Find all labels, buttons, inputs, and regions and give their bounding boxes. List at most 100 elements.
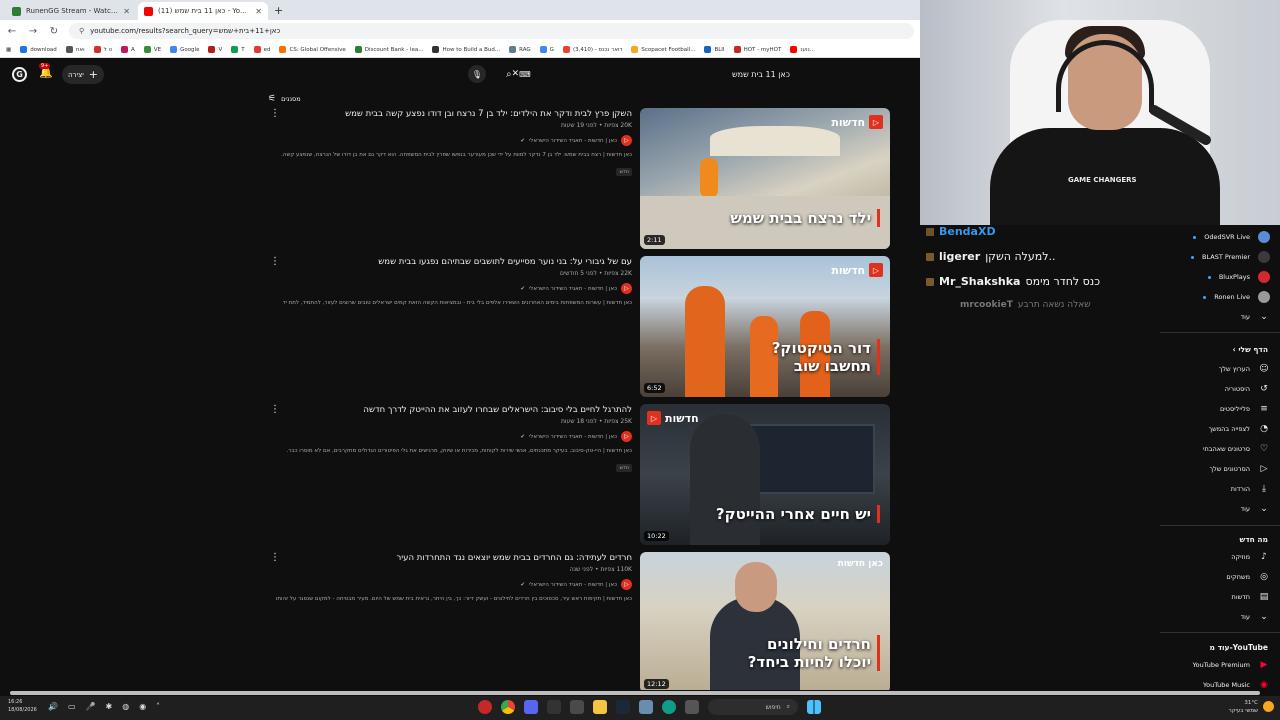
bookmark-item[interactable]: ואח <box>65 46 85 53</box>
bookmark-item[interactable]: Discount Bank - lea... <box>354 46 423 53</box>
site-info-icon[interactable]: ⚲ <box>79 27 84 35</box>
weather-widget[interactable]: 31°C שמשי בעיקר <box>1229 699 1258 715</box>
browser-tab-1[interactable]: RunenGG Stream - Watch Live ✕ <box>6 2 136 20</box>
avatar[interactable]: G <box>12 67 27 82</box>
voice-search-mic-icon[interactable]: 🎙 <box>468 65 486 83</box>
bookmark-item[interactable]: Google <box>170 46 199 53</box>
video-thumbnail[interactable]: ▷ חדשות יש חיים אחרי ההייטק? 10:22 <box>640 404 890 545</box>
app-icon[interactable] <box>478 700 492 714</box>
bookmark-item[interactable]: BLII <box>704 46 725 53</box>
subscription-item[interactable]: BLAST Premier <box>1160 248 1270 266</box>
mic-tray-icon[interactable]: 🎤 <box>86 702 96 711</box>
bookmark-item[interactable]: ט ל <box>93 46 112 53</box>
channel-row[interactable]: ▷ כאן | חדשות - תאגיד השידור הישראלי ✔ <box>270 135 632 146</box>
sidebar-item-liked[interactable]: סרטונים שאהבתי ♡ <box>1160 440 1270 458</box>
clock[interactable]: 16:26 18/08/2026 <box>8 698 37 714</box>
bookmark-item[interactable]: V <box>208 46 222 53</box>
channel-row[interactable]: ▷ כאן | חדשות - תאגיד השידור הישראלי ✔ <box>270 431 632 442</box>
channel-row[interactable]: ▷ כאן | חדשות - תאגיד השידור הישראלי ✔ <box>270 579 632 590</box>
bookmark-item[interactable]: (3,410) - דואר נכנס <box>562 46 622 53</box>
search-box[interactable]: ⌕ ✕ ⌨ כאן 11 בית שמש <box>498 64 798 84</box>
scrollbar-thumb[interactable] <box>10 691 1260 695</box>
bookmark-item[interactable]: נוענ... <box>790 46 815 53</box>
steam-tray-icon[interactable]: ◍ <box>122 702 129 711</box>
sidebar-item-history[interactable]: היסטוריה ↺ <box>1160 380 1270 398</box>
subscription-item[interactable]: BluxPlays <box>1160 268 1270 286</box>
filters-button[interactable]: ⚟ מסננים <box>268 94 301 104</box>
channel-row[interactable]: ▷ כאן | חדשות - תאגיד השידור הישראלי ✔ <box>270 283 632 294</box>
chevron-up-icon[interactable]: ˄ <box>156 702 160 711</box>
sidebar-item-playlists[interactable]: פלייליסטים ≡ <box>1160 400 1270 418</box>
show-more-button[interactable]: עוד ⌄ <box>1160 608 1270 626</box>
video-thumbnail[interactable]: חדשות ▷ דור הטיקטוק? תחשבו שוב 6:52 <box>640 256 890 397</box>
sidebar-item-downloads[interactable]: הורדות ⤓ <box>1160 480 1270 498</box>
sidebar-item-news[interactable]: חדשות ▤ <box>1160 588 1270 606</box>
apps-icon[interactable]: ▦ <box>6 47 11 53</box>
app-icon[interactable] <box>570 700 584 714</box>
windows-start-icon[interactable] <box>807 700 821 714</box>
bookmark-item[interactable]: How to Build a Bud... <box>432 46 500 53</box>
clear-search-icon[interactable]: ✕ <box>512 69 520 79</box>
more-options-icon[interactable]: ⋮ <box>270 404 280 415</box>
app-icon[interactable] <box>685 700 699 714</box>
bluetooth-icon[interactable]: ✱ <box>106 702 113 711</box>
chrome-icon[interactable] <box>501 700 515 714</box>
reload-icon[interactable]: ↻ <box>48 26 60 37</box>
forward-icon[interactable]: → <box>27 26 39 37</box>
steam-icon[interactable] <box>616 700 630 714</box>
file-explorer-icon[interactable] <box>593 700 607 714</box>
network-icon[interactable]: ▭ <box>68 702 76 711</box>
volume-icon[interactable]: 🔊 <box>48 702 58 711</box>
bookmark-item[interactable]: T <box>231 46 245 53</box>
discord-icon[interactable] <box>524 700 538 714</box>
notifications-bell-icon[interactable]: 🔔 9+ <box>39 63 53 79</box>
tab-close-icon[interactable]: ✕ <box>255 7 262 16</box>
bookmark-item[interactable]: CS: Global Offensive <box>279 46 346 53</box>
video-thumbnail[interactable]: כאן חדשות חרדים וחילונים יוכלו לחיות ביח… <box>640 552 890 690</box>
create-button[interactable]: יצירה + <box>62 65 104 84</box>
bookmark-item[interactable]: G <box>539 46 554 53</box>
video-result[interactable]: חדשות ▷ דור הטיקטוק? תחשבו שוב 6:52 עם של… <box>270 256 890 398</box>
bookmark-item[interactable]: VE <box>143 46 161 53</box>
video-title[interactable]: להתרגל לחיים בלי סיבוב: הישראלים שבחרו ל… <box>270 404 632 416</box>
headset-app-icon[interactable] <box>547 700 561 714</box>
more-options-icon[interactable]: ⋮ <box>270 552 280 563</box>
obs-tray-icon[interactable]: ◉ <box>139 702 146 711</box>
video-title[interactable]: חרדים לעתידה: גם החרדים בבית שמש יוצאים … <box>270 552 632 564</box>
bookmark-item[interactable]: HOT - myHOT <box>733 46 781 53</box>
you-section-header[interactable]: ‹ הדף שלי <box>1233 345 1268 354</box>
bookmark-item[interactable]: Scopacet Football... <box>631 46 695 53</box>
show-more-button[interactable]: עוד ⌄ <box>1160 500 1270 518</box>
video-title[interactable]: עם של גיבורי על: בני נוער מסייעים לתושבי… <box>270 256 632 268</box>
sidebar-item-youtube-premium[interactable]: YouTube Premium ▶ <box>1160 656 1270 674</box>
sidebar-item-your-videos[interactable]: הסרטונים שלך ▷ <box>1160 460 1270 478</box>
show-more-button[interactable]: עוד ⌄ <box>1160 308 1270 326</box>
app-icon[interactable] <box>639 700 653 714</box>
sidebar-item-gaming[interactable]: משחקים ◎ <box>1160 568 1270 586</box>
video-title[interactable]: השקן פרץ לבית ודקר את הילדים: ילד בן 7 נ… <box>270 108 632 120</box>
subscription-item[interactable]: OdedSVR Live <box>1160 228 1270 246</box>
sidebar-item-music[interactable]: מוזיקה ♪ <box>1160 548 1270 566</box>
sidebar-item-your-channel[interactable]: הערוץ שלך ☺ <box>1160 360 1270 378</box>
bookmark-item[interactable]: A <box>121 46 135 53</box>
edge-icon[interactable] <box>662 700 676 714</box>
bookmark-item[interactable]: RAG <box>509 46 531 53</box>
new-tab-button[interactable]: + <box>274 4 283 17</box>
bookmark-item[interactable]: ed <box>253 46 270 53</box>
video-result[interactable]: כאן חדשות חרדים וחילונים יוכלו לחיות ביח… <box>270 552 890 690</box>
more-options-icon[interactable]: ⋮ <box>270 256 280 267</box>
keyboard-icon[interactable]: ⌨ <box>519 70 531 79</box>
browser-tab-2[interactable]: (11) כאן 11 בית שמש - YouTube ✕ <box>138 2 268 20</box>
video-result[interactable]: ▷ חדשות יש חיים אחרי ההייטק? 10:22 להתרגל… <box>270 404 890 546</box>
sidebar-item-watch-later[interactable]: לצפייה בהמשך ◔ <box>1160 420 1270 438</box>
subscription-item[interactable]: Ronen Live <box>1160 288 1270 306</box>
address-bar[interactable]: ⚲ youtube.com/results?search_query=כאן+1… <box>69 23 914 39</box>
bookmark-item[interactable]: download <box>20 46 57 53</box>
taskbar-search[interactable]: חיפוש ⌕ <box>708 699 798 715</box>
video-result[interactable]: חדשות ▷ ילד נרצח בבית שמש 2:11 השקן פרץ ל… <box>270 108 890 250</box>
search-input[interactable]: כאן 11 בית שמש <box>531 70 790 79</box>
video-thumbnail[interactable]: חדשות ▷ ילד נרצח בבית שמש 2:11 <box>640 108 890 249</box>
back-icon[interactable]: ← <box>6 26 18 37</box>
tab-close-icon[interactable]: ✕ <box>123 7 130 16</box>
more-options-icon[interactable]: ⋮ <box>270 108 280 119</box>
